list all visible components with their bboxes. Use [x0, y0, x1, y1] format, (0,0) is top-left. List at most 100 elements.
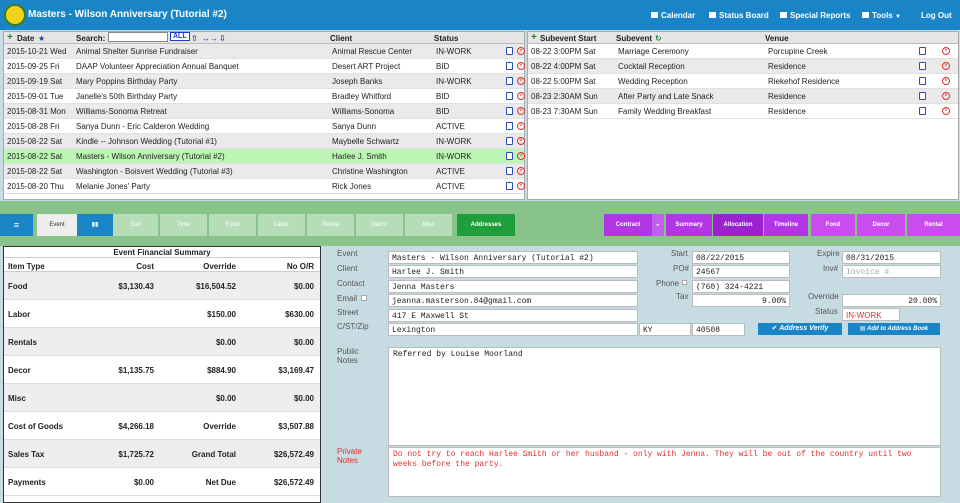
po-input[interactable]: 24567 — [692, 265, 790, 278]
delete-icon[interactable]: × — [517, 152, 525, 160]
address-verify-button[interactable]: ✔ Address Verify — [758, 323, 842, 335]
document-icon[interactable] — [506, 92, 513, 100]
email-input[interactable]: jeanna.masterson.84@gmail.com — [388, 294, 638, 307]
street-input[interactable]: 417 E Maxwell St — [388, 309, 638, 322]
table-row[interactable]: 2015-09-19 Sat Mary Poppins Birthday Part… — [4, 74, 525, 89]
document-icon[interactable] — [506, 137, 513, 145]
logout-button[interactable]: Log Out — [921, 11, 952, 20]
nav-status-board[interactable]: Status Board — [709, 11, 769, 20]
table-row[interactable]: 2015-08-28 Fri Sanya Dunn - Eric Calderon… — [4, 119, 525, 134]
delete-icon[interactable]: × — [517, 122, 525, 130]
tab-sub[interactable]: Sub — [113, 214, 158, 236]
document-icon[interactable] — [919, 62, 926, 70]
table-row[interactable]: 08-22 3:00PM Sat Marriage Ceremony Porcupi… — [528, 44, 958, 59]
tab-timeline[interactable]: Timeline — [764, 214, 808, 236]
expand-icon[interactable]: ▮▮ — [77, 214, 113, 236]
override-input[interactable]: 20.00% — [842, 294, 941, 307]
nav-special-reports[interactable]: Special Reports — [780, 11, 850, 20]
delete-icon[interactable]: × — [517, 167, 525, 175]
document-icon[interactable] — [919, 92, 926, 100]
tab-rental-report[interactable]: Rental — [907, 214, 960, 236]
document-icon[interactable] — [919, 77, 926, 85]
document-icon[interactable] — [506, 122, 513, 130]
invoice-input[interactable]: Invoice # — [842, 265, 941, 278]
table-row[interactable]: 2015-09-25 Fri DAAP Volunteer Appreciatio… — [4, 59, 525, 74]
delete-icon[interactable]: × — [517, 107, 525, 115]
contact-input[interactable]: Jenna Masters — [388, 280, 638, 293]
event-name-input[interactable]: Masters - Wilson Anniversary (Tutorial #… — [388, 251, 638, 264]
add-subevent-icon[interactable]: + — [531, 32, 537, 43]
tab-labor[interactable]: Labor — [258, 214, 305, 236]
delete-icon[interactable]: × — [517, 182, 525, 190]
delete-icon[interactable]: × — [942, 62, 950, 70]
delete-icon[interactable]: × — [942, 92, 950, 100]
delete-icon[interactable]: × — [517, 137, 525, 145]
status-select[interactable]: IN-WORK — [842, 308, 900, 321]
delete-icon[interactable]: × — [942, 107, 950, 115]
table-row[interactable]: 2015-08-31 Mon Williams-Sonoma Retreat Wil… — [4, 104, 525, 119]
email-icon[interactable] — [361, 295, 367, 301]
delete-icon[interactable]: × — [517, 92, 525, 100]
subevent-header[interactable]: Subevent — [616, 34, 652, 43]
table-row[interactable]: 2015-08-22 Sat Masters - Wilson Anniversa… — [4, 149, 525, 164]
document-icon[interactable] — [506, 152, 513, 160]
table-row[interactable]: 2015-10-21 Wed Animal Shelter Sunrise Fun… — [4, 44, 525, 59]
menu-icon[interactable]: ≡ — [0, 214, 33, 236]
delete-icon[interactable]: × — [517, 62, 525, 70]
document-icon[interactable] — [506, 62, 513, 70]
client-input[interactable]: Harlee J. Smith — [388, 265, 638, 278]
table-row[interactable]: 2015-08-22 Sat Kindle -- Johnson Wedding … — [4, 134, 525, 149]
expire-date-input[interactable]: 08/31/2015 — [842, 251, 941, 264]
start-date-input[interactable]: 08/22/2015 — [692, 251, 790, 264]
tab-allocation[interactable]: Allocation — [713, 214, 763, 236]
table-row[interactable]: 2015-09-01 Tue Janelle's 50th Birthday Pa… — [4, 89, 525, 104]
status-column-header[interactable]: Status — [434, 34, 458, 43]
delete-icon[interactable]: × — [942, 77, 950, 85]
tab-decor[interactable]: Decor — [356, 214, 403, 236]
zip-input[interactable]: 40508 — [692, 323, 745, 336]
private-notes-textarea[interactable]: Do not try to reach Harlee Smith or her … — [388, 447, 941, 497]
city-input[interactable]: Lexington — [388, 323, 638, 336]
public-notes-textarea[interactable]: Referred by Louise Moorland — [388, 347, 941, 446]
arrow-down-icon[interactable]: ⇩ — [219, 34, 226, 43]
tab-food[interactable]: Food — [209, 214, 256, 236]
tab-summary[interactable]: Summary — [666, 214, 712, 236]
tab-addresses[interactable]: Addresses — [457, 214, 515, 236]
refresh-icon[interactable]: ↻ — [655, 34, 662, 43]
star-icon[interactable]: ★ — [38, 34, 45, 43]
date-column-header[interactable]: Date — [17, 34, 34, 43]
state-input[interactable]: KY — [639, 323, 691, 336]
document-icon[interactable] — [506, 107, 513, 115]
tab-misc[interactable]: Misc — [405, 214, 452, 236]
subevent-start-header[interactable]: Subevent Start — [540, 34, 596, 43]
item-override[interactable]: Override — [203, 422, 236, 431]
add-to-address-book-button[interactable]: ▤ Add to Address Book — [848, 323, 940, 335]
delete-icon[interactable]: × — [942, 47, 950, 55]
document-icon[interactable] — [506, 47, 513, 55]
table-row[interactable]: 08-23 7:30AM Sun Family Wedding Breakfast… — [528, 104, 958, 119]
search-input[interactable] — [108, 32, 168, 42]
tax-input[interactable]: 9.00% — [692, 294, 790, 307]
table-row[interactable]: 08-23 2:30AM Sun After Party and Late Sna… — [528, 89, 958, 104]
table-row[interactable]: 08-22 5:00PM Sat Wedding Reception Riekeho… — [528, 74, 958, 89]
client-column-header[interactable]: Client — [330, 34, 352, 43]
nav-tools[interactable]: Tools ▼ — [862, 11, 901, 20]
tab-decor-report[interactable]: Decor — [857, 214, 905, 236]
table-row[interactable]: 2015-08-20 Thu Melanie Jones' Party Rick J… — [4, 179, 525, 194]
document-icon[interactable] — [506, 167, 513, 175]
document-icon[interactable] — [506, 182, 513, 190]
document-icon[interactable] — [919, 107, 926, 115]
tab-time[interactable]: Time — [160, 214, 207, 236]
all-filter-button[interactable]: ALL — [170, 32, 190, 41]
table-row[interactable]: 08-22 4:00PM Sat Cocktail Reception Reside… — [528, 59, 958, 74]
delete-icon[interactable]: × — [517, 77, 525, 85]
venue-header[interactable]: Venue — [765, 34, 789, 43]
phone-input[interactable]: (760) 324-4221 — [692, 280, 790, 293]
tab-contract[interactable]: Contract — [604, 214, 652, 236]
table-row[interactable]: 2015-08-22 Sat Washington - Boisvert Wedd… — [4, 164, 525, 179]
tab-rental[interactable]: Rental — [307, 214, 354, 236]
document-icon[interactable] — [919, 47, 926, 55]
contract-dropdown-icon[interactable]: ▸ — [652, 214, 664, 236]
phone-icon[interactable] — [682, 280, 687, 285]
document-icon[interactable] — [506, 77, 513, 85]
